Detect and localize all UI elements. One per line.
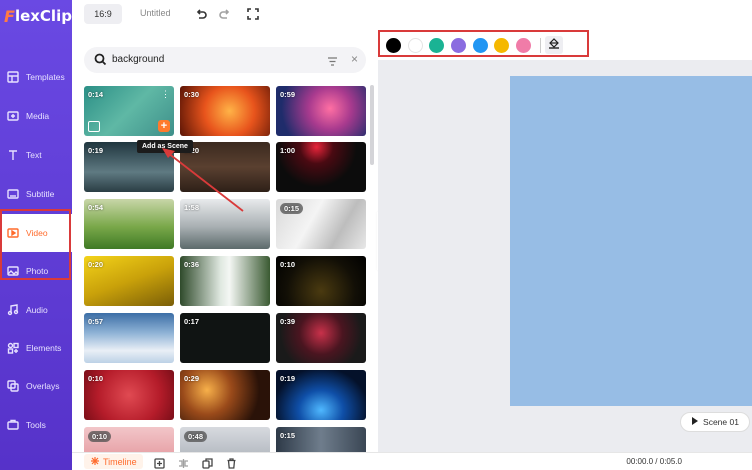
scene-label: Scene 01: [703, 417, 739, 427]
filter-icon[interactable]: [327, 54, 338, 72]
sidebar-item-text[interactable]: Text: [0, 136, 72, 174]
search-icon: [94, 53, 107, 71]
logo-text: lexClip: [14, 7, 72, 25]
sidebar-item-label: Media: [26, 111, 50, 121]
sidebar-item-overlays[interactable]: Overlays: [0, 367, 72, 405]
video-thumbnail[interactable]: 0:10: [84, 427, 174, 452]
sidebar-item-label: Templates: [26, 72, 65, 82]
play-icon: [691, 417, 699, 427]
delete-icon[interactable]: [226, 456, 237, 469]
audio-icon: [6, 303, 20, 317]
panel-scrollbar[interactable]: [370, 85, 374, 165]
video-thumbnail[interactable]: 0:20: [84, 256, 174, 306]
flexclip-logo[interactable]: FlexClip: [4, 6, 72, 26]
video-thumbnail[interactable]: 0:39: [276, 313, 366, 363]
fullscreen-icon[interactable]: [246, 7, 260, 21]
video-duration: 0:30: [184, 90, 200, 99]
playback-time: 00:00.0 / 0:05.0: [626, 457, 682, 466]
highlight-color-toolbar: [378, 30, 589, 57]
sidebar-item-label: Subtitle: [26, 189, 55, 199]
templates-icon: [6, 70, 20, 84]
duplicate-icon[interactable]: [202, 456, 213, 469]
sidebar-item-tools[interactable]: Tools: [0, 406, 72, 444]
video-duration: 0:19: [88, 146, 104, 155]
sidebar-item-label: Audio: [26, 305, 48, 315]
timeline-label: Timeline: [103, 456, 137, 467]
video-duration: 0:39: [280, 317, 296, 326]
bottom-bar: Timeline 00:00.0 / 0:05.0: [72, 452, 752, 470]
video-duration: 0:48: [184, 431, 208, 442]
subtitle-icon: [6, 187, 20, 201]
video-duration: 0:57: [88, 317, 104, 326]
video-duration: 0:54: [88, 203, 104, 212]
sidebar-item-label: Tools: [26, 420, 46, 430]
video-thumbnail[interactable]: 0:14 ⋮ +: [84, 86, 174, 136]
video-duration: 0:29: [184, 374, 200, 383]
video-thumbnail[interactable]: 0:10: [276, 256, 366, 306]
video-thumbnail[interactable]: 0:36: [180, 256, 270, 306]
more-options-icon[interactable]: ⋮: [161, 90, 170, 99]
video-thumbnail[interactable]: 0:57: [84, 313, 174, 363]
video-duration: 1:00: [280, 146, 296, 155]
logo-letter: F: [4, 6, 15, 26]
video-thumbnail[interactable]: 0:19: [276, 370, 366, 420]
overlays-icon: [6, 379, 20, 393]
video-thumbnail[interactable]: 0:15: [276, 199, 366, 249]
video-duration: 0:10: [88, 374, 104, 383]
split-icon[interactable]: [178, 456, 189, 468]
video-thumbnail[interactable]: 1:00: [276, 142, 366, 192]
scene-button[interactable]: Scene 01: [680, 412, 750, 432]
sidebar-item-media[interactable]: Media: [0, 97, 72, 135]
video-thumbnail[interactable]: 0:54: [84, 199, 174, 249]
video-thumbnail[interactable]: 0:29: [180, 370, 270, 420]
add-as-scene-tooltip: Add as Scene: [137, 140, 193, 153]
sidebar-item-label: Elements: [26, 343, 62, 353]
video-duration: 0:15: [280, 203, 304, 214]
highlight-video-photo: [0, 209, 71, 280]
media-icon: [6, 109, 20, 123]
aspect-ratio-button[interactable]: 16:9: [84, 4, 122, 24]
video-thumbnail[interactable]: 0:59: [276, 86, 366, 136]
preview-icon[interactable]: [88, 121, 100, 132]
undo-icon[interactable]: [194, 7, 208, 21]
video-thumbnail[interactable]: 0:10: [84, 370, 174, 420]
tools-icon: [6, 418, 20, 432]
topbar: 16:9 Untitled: [72, 0, 752, 30]
elements-icon: [6, 341, 20, 355]
add-scene-icon[interactable]: [154, 456, 165, 469]
sidebar-item-elements[interactable]: Elements: [0, 329, 72, 367]
video-duration: 0:15: [280, 431, 296, 440]
video-canvas[interactable]: [510, 76, 752, 406]
project-title[interactable]: Untitled: [140, 8, 171, 18]
search-input[interactable]: background: [112, 54, 164, 65]
video-duration: 1:58: [184, 203, 200, 212]
video-duration: 0:19: [280, 374, 296, 383]
video-duration: 0:20: [88, 260, 104, 269]
video-thumbnail[interactable]: 0:48: [180, 427, 270, 452]
video-duration: 0:10: [280, 260, 296, 269]
video-thumbnail[interactable]: 0:30: [180, 86, 270, 136]
video-thumbnail[interactable]: 0:20: [180, 142, 270, 192]
video-duration: 0:59: [280, 90, 296, 99]
video-thumbnail[interactable]: 0:15: [276, 427, 366, 452]
video-duration: 0:36: [184, 260, 200, 269]
video-duration: 0:17: [184, 317, 200, 326]
video-thumbnail[interactable]: 0:17: [180, 313, 270, 363]
sidebar-item-subtitle[interactable]: Subtitle: [0, 175, 72, 213]
video-duration: 0:10: [88, 431, 112, 442]
timeline-button[interactable]: Timeline: [84, 454, 143, 469]
redo-icon[interactable]: [218, 7, 232, 21]
text-icon: [6, 148, 20, 162]
add-icon[interactable]: +: [158, 120, 170, 132]
video-thumbnail[interactable]: 1:58: [180, 199, 270, 249]
sidebar-item-templates[interactable]: Templates: [0, 58, 72, 96]
sidebar-item-audio[interactable]: Audio: [0, 291, 72, 329]
sidebar-item-label: Text: [26, 150, 42, 160]
search-bar[interactable]: background ×: [84, 47, 366, 73]
clear-search-icon[interactable]: ×: [351, 52, 358, 66]
sidebar-item-label: Overlays: [26, 381, 60, 391]
timeline-icon: [90, 456, 100, 468]
video-duration: 0:14: [88, 90, 104, 99]
